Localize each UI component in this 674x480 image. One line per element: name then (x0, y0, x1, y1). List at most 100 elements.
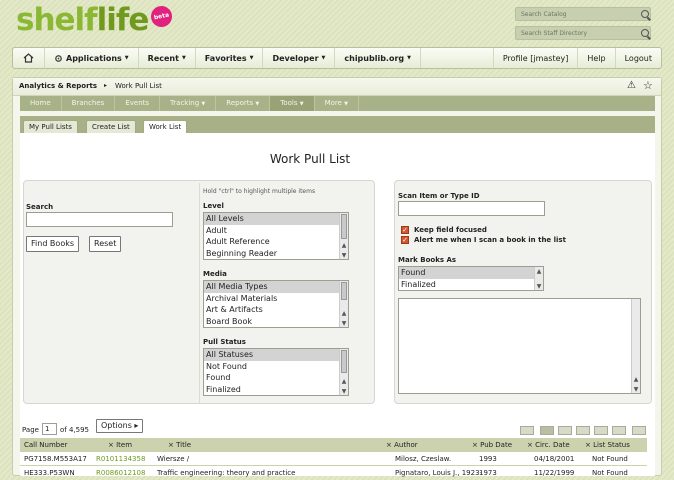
subnav-reports[interactable]: Reports ▼ (216, 96, 271, 111)
gear-icon (55, 54, 62, 62)
cell-call-number: HE333.P53WN (24, 469, 75, 477)
mark-books-label: Mark Books As (398, 256, 457, 264)
search-catalog-input[interactable]: Search Catalog (515, 7, 651, 21)
reset-button[interactable]: Reset (89, 236, 122, 252)
list-item[interactable]: Found (399, 267, 543, 279)
alert-checkbox[interactable]: ✓ (401, 236, 409, 244)
page-button[interactable] (612, 426, 626, 435)
cell-circ-date: 04/18/2001 (534, 455, 575, 463)
page-input[interactable]: 1 (42, 423, 57, 435)
scan-log-textarea[interactable]: ▲ ▼ (398, 298, 641, 394)
col-author[interactable]: × Author (386, 438, 418, 452)
list-item[interactable]: Adult Reference (204, 236, 348, 248)
scrollbar[interactable]: ▲ ▼ (339, 281, 348, 327)
list-item[interactable]: Beginning Reader (204, 248, 348, 260)
keep-focus-label: Keep field focused (414, 226, 487, 234)
tab-my-pull-lists[interactable]: My Pull Lists (23, 120, 78, 134)
col-item[interactable]: × Item (108, 438, 132, 452)
subnav-tools[interactable]: Tools ▼ (270, 96, 315, 111)
options-button[interactable]: Options ▸ (96, 419, 144, 433)
scrollbar[interactable]: ▲ ▼ (339, 213, 348, 259)
alert-label: Alert me when I scan a book in the list (414, 236, 566, 244)
profile-link[interactable]: Profile [jmastey] (492, 48, 578, 68)
subnav-more[interactable]: More ▼ (315, 96, 360, 111)
cell-item-link[interactable]: R0086012108 (96, 466, 145, 480)
cell-list-status: Not Found (592, 455, 628, 463)
nav-chipublib[interactable]: chipublib.org ▼ (335, 48, 421, 68)
media-select[interactable]: All Media Types Archival Materials Art &… (203, 280, 349, 328)
cell-call-number: PG7158.M553A17 (24, 455, 87, 463)
list-item[interactable]: All Levels (204, 213, 348, 225)
page-button[interactable] (576, 426, 590, 435)
cell-title: Traffic engineering: theory and practice (157, 469, 296, 477)
subnav-branches[interactable]: Branches (62, 96, 116, 111)
level-select[interactable]: All Levels Adult Adult Reference Beginni… (203, 212, 349, 260)
scan-input[interactable] (398, 201, 545, 216)
sub-nav: Home Branches Events Tracking ▼ Reports … (20, 96, 655, 111)
list-item[interactable]: Not Found (204, 361, 348, 373)
list-item[interactable]: All Statuses (204, 349, 348, 361)
col-call-number[interactable]: Call Number (24, 438, 67, 452)
pull-status-select[interactable]: All Statuses Not Found Found Finalized ▲… (203, 348, 349, 396)
divider (199, 183, 200, 403)
list-item[interactable]: Finalized (204, 384, 348, 396)
list-item[interactable]: Archival Materials (204, 293, 348, 305)
table-row[interactable]: PG7158.M553A17 R0101134358 Wiersze / Mil… (20, 452, 647, 466)
page-button[interactable] (540, 426, 554, 435)
nav-favorites[interactable]: Favorites ▼ (196, 48, 264, 68)
mark-books-select[interactable]: Found Finalized ▲ ▼ (398, 266, 544, 291)
cell-author: Pignataro, Louis J., 1923- (395, 469, 483, 477)
nav-developer[interactable]: Developer ▼ (263, 48, 336, 68)
find-books-button[interactable]: Find Books (26, 236, 80, 252)
page-button[interactable] (594, 426, 608, 435)
breadcrumb-separator-icon: ▸ (104, 82, 108, 89)
scrollbar[interactable]: ▲ ▼ (534, 267, 543, 290)
list-item[interactable]: Finalized (399, 279, 543, 291)
cell-item-link[interactable]: R0101134358 (96, 452, 145, 466)
star-icon[interactable]: ☆ (643, 79, 653, 92)
subnav-home[interactable]: Home (20, 96, 62, 111)
breadcrumb-page: Work Pull List (115, 82, 162, 90)
search-staff-input[interactable]: Search Staff Directory (515, 26, 651, 40)
list-item[interactable]: Adult (204, 225, 348, 237)
breadcrumb: Analytics & Reports ▸ Work Pull List ⚠ ☆ (13, 78, 661, 96)
next-page-button[interactable] (632, 426, 646, 435)
nav-applications[interactable]: Applications ▼ (45, 48, 139, 68)
list-item[interactable]: Board Book (204, 316, 348, 328)
col-title[interactable]: × Title (168, 438, 191, 452)
breadcrumb-section[interactable]: Analytics & Reports (19, 82, 97, 90)
page-label: Page (22, 426, 39, 434)
beta-badge: beta (149, 4, 174, 29)
col-list-status[interactable]: × List Status (585, 438, 630, 452)
search-label: Search (26, 203, 54, 211)
nav-recent[interactable]: Recent ▼ (139, 48, 196, 68)
list-item[interactable]: Art & Artifacts (204, 304, 348, 316)
list-item[interactable]: Found (204, 372, 348, 384)
search-icon[interactable] (641, 29, 649, 37)
search-icon[interactable] (641, 10, 649, 18)
tab-create-list[interactable]: Create List (86, 120, 136, 134)
shelflife-logo[interactable]: shelflife (16, 2, 149, 38)
subnav-tracking[interactable]: Tracking ▼ (160, 96, 217, 111)
col-circ-date[interactable]: × Circ. Date (527, 438, 570, 452)
media-label: Media (203, 270, 227, 278)
search-input[interactable] (26, 212, 173, 227)
multi-select-hint: Hold "ctrl" to highlight multiple items (203, 188, 316, 195)
table-row[interactable]: HE333.P53WN R0086012108 Traffic engineer… (20, 466, 647, 480)
logout-link[interactable]: Logout (614, 48, 661, 68)
subnav-events[interactable]: Events (115, 96, 161, 111)
page-button[interactable] (558, 426, 572, 435)
pull-status-label: Pull Status (203, 338, 246, 346)
keep-focus-checkbox[interactable]: ✓ (401, 226, 409, 234)
scrollbar[interactable]: ▲ ▼ (339, 349, 348, 395)
help-link[interactable]: Help (577, 48, 614, 68)
list-item[interactable]: All Media Types (204, 281, 348, 293)
warning-icon[interactable]: ⚠ (627, 80, 636, 91)
home-icon[interactable] (13, 48, 45, 68)
cell-pub-date: 1973 (479, 469, 497, 477)
cell-circ-date: 11/22/1999 (534, 469, 575, 477)
first-page-button[interactable] (520, 426, 534, 435)
main-nav: Applications ▼ Recent ▼ Favorites ▼ Develop… (12, 47, 662, 69)
scrollbar[interactable]: ▲ ▼ (631, 299, 640, 393)
col-pub-date[interactable]: × Pub Date (472, 438, 512, 452)
